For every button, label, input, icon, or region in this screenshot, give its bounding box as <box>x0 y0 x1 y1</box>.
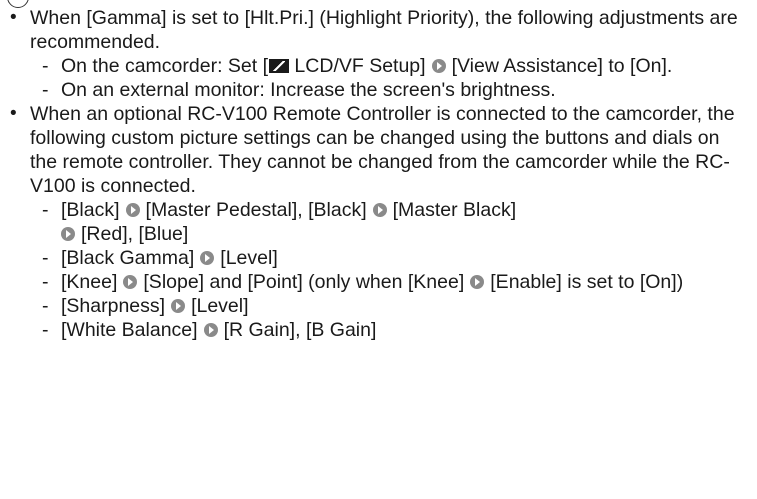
bullet-gamma: • When [Gamma] is set to [Hlt.Pri.] (Hig… <box>0 6 757 54</box>
dash: - <box>42 271 49 293</box>
bullet-dot: • <box>10 103 17 124</box>
sub-item-black-gamma: - [Black Gamma] [Level] <box>0 246 757 270</box>
gain-label: [R Gain], [B Gain] <box>223 319 377 341</box>
camcorder-text-c: [View Assistance] to [On]. <box>451 55 673 77</box>
enable-label: [Enable] is set to [On]) <box>490 271 684 293</box>
arrow-circle-icon <box>61 227 75 241</box>
bullet-dot: • <box>10 7 17 28</box>
level-label: [Level] <box>220 247 278 269</box>
white-balance-label: [White Balance] <box>61 319 198 341</box>
sub-item-sharpness: - [Sharpness] [Level] <box>0 294 757 318</box>
dash: - <box>42 247 49 269</box>
master-pedestal-label: [Master Pedestal], [Black] <box>145 199 367 221</box>
black-label: [Black] <box>61 199 120 221</box>
arrow-circle-icon <box>203 323 218 337</box>
external-monitor-text: On an external monitor: Increase the scr… <box>61 79 556 101</box>
dash: - <box>42 55 49 77</box>
level-label: [Level] <box>191 295 249 317</box>
knee-label: [Knee] <box>61 271 118 293</box>
bullet-gamma-text: When [Gamma] is set to [Hlt.Pri.] (Highl… <box>30 7 738 53</box>
arrow-circle-icon <box>171 299 186 313</box>
sharpness-label: [Sharpness] <box>61 295 166 317</box>
dash: - <box>42 319 49 341</box>
dash: - <box>42 199 49 221</box>
dash: - <box>42 79 49 101</box>
black-gamma-label: [Black Gamma] <box>61 247 195 269</box>
sub-item-black: - [Black] [Master Pedestal], [Black] [Mast… <box>0 198 757 246</box>
red-blue-label: [Red], [Blue] <box>81 223 189 245</box>
arrow-circle-icon <box>125 203 140 217</box>
sub-item-white-balance: - [White Balance] [R Gain], [B Gain] <box>0 318 757 342</box>
lcd-vf-icon <box>269 59 290 73</box>
master-black-label: [Master Black] <box>392 199 517 221</box>
sub-item-external-monitor: - On an external monitor: Increase the s… <box>0 78 757 102</box>
slope-point-label: [Slope] and [Point] (only when [Knee] <box>143 271 465 293</box>
sub-item-camcorder: - On the camcorder: Set [ LCD/VF Setup] [… <box>0 54 757 78</box>
arrow-circle-icon <box>123 275 138 289</box>
camcorder-text-a: On the camcorder: Set [ <box>61 55 269 77</box>
bullet-rc-v100-text: When an optional RC-V100 Remote Controll… <box>30 103 735 197</box>
arrow-circle-icon <box>200 251 215 265</box>
arrow-circle-icon <box>470 275 485 289</box>
camcorder-text-b: LCD/VF Setup] <box>289 55 426 77</box>
arrow-circle-icon <box>372 203 387 217</box>
sub-item-knee: - [Knee] [Slope] and [Point] (only when [… <box>0 270 757 294</box>
bullet-rc-v100: • When an optional RC-V100 Remote Contro… <box>0 102 757 198</box>
arrow-circle-icon <box>431 59 446 73</box>
document-body: • When [Gamma] is set to [Hlt.Pri.] (Hig… <box>0 6 757 342</box>
dash: - <box>42 295 49 317</box>
